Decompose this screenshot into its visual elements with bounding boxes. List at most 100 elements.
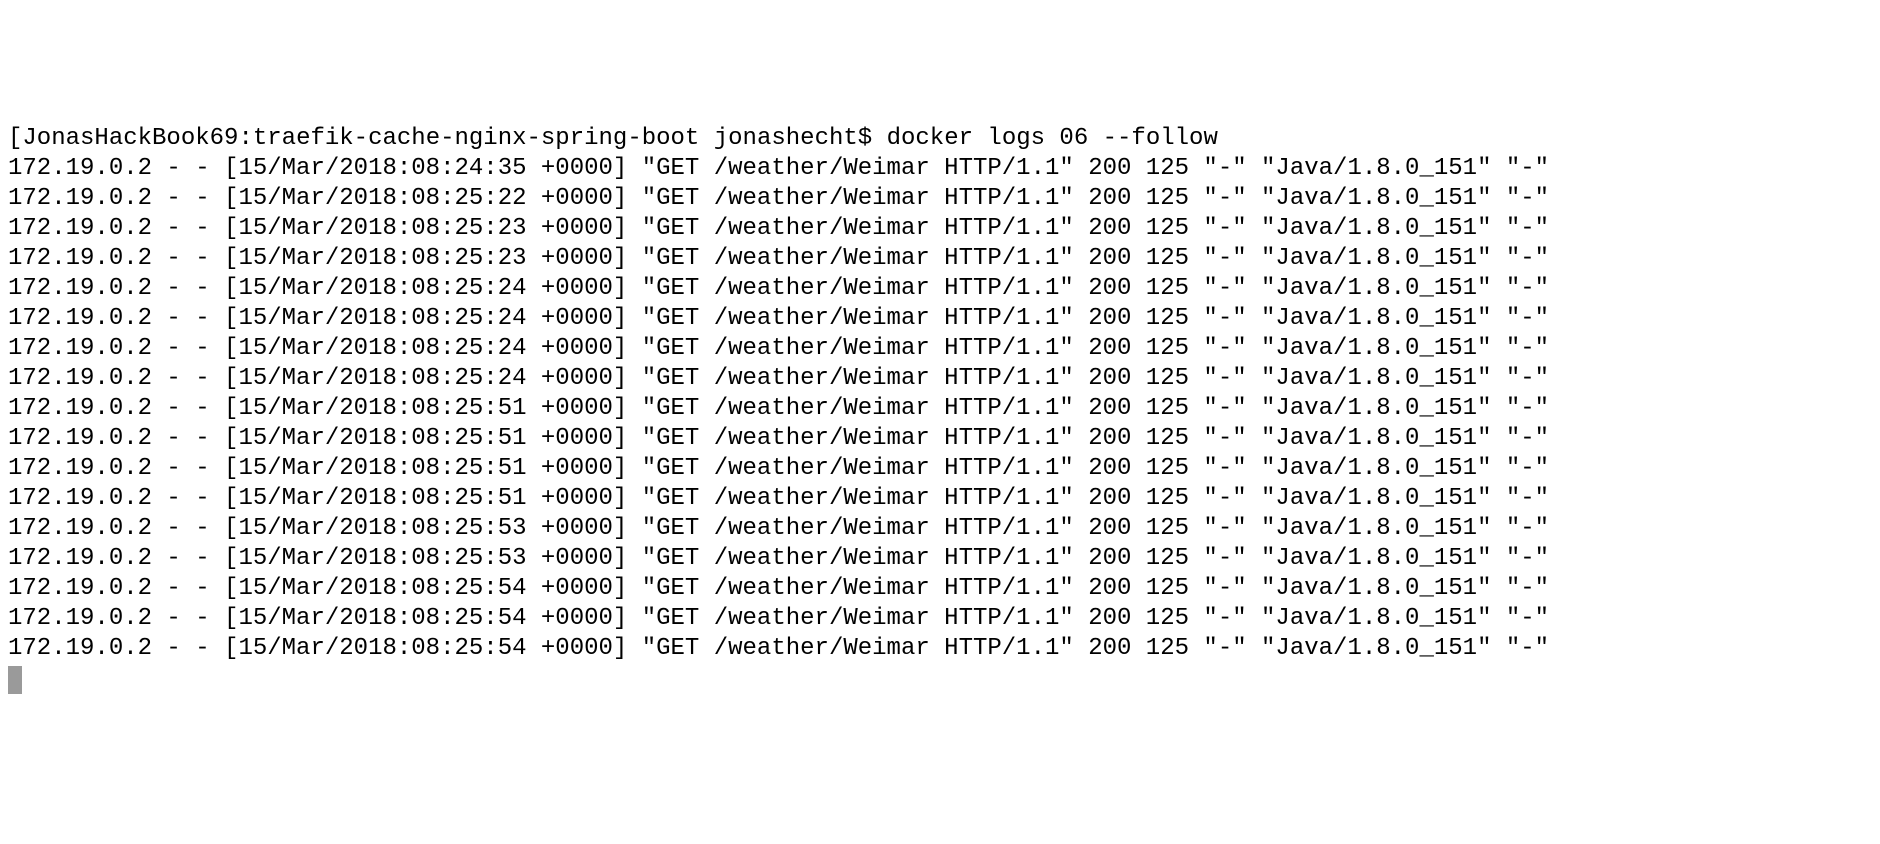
log-tail: "-" — [1506, 425, 1549, 452]
log-dashes: - - — [152, 185, 224, 212]
log-tail: "-" — [1506, 605, 1549, 632]
prompt-path: traefik-cache-nginx-spring-boot — [253, 125, 699, 152]
log-referer: "-" — [1203, 575, 1261, 602]
log-line: 172.19.0.2 - - [15/Mar/2018:08:25:24 +00… — [8, 274, 1872, 304]
prompt-dollar: $ — [858, 125, 887, 152]
log-status: 200 — [1088, 305, 1131, 332]
log-status: 200 — [1088, 395, 1131, 422]
log-line: 172.19.0.2 - - [15/Mar/2018:08:25:53 +00… — [8, 514, 1872, 544]
log-user-agent: "Java/1.8.0_151" — [1261, 185, 1506, 212]
log-line: 172.19.0.2 - - [15/Mar/2018:08:25:51 +00… — [8, 394, 1872, 424]
log-status: 200 — [1088, 215, 1131, 242]
log-size: 125 — [1131, 635, 1203, 662]
log-timestamp: [15/Mar/2018:08:25:53 +0000] — [224, 515, 627, 542]
log-tail: "-" — [1506, 485, 1549, 512]
log-dashes: - - — [152, 485, 224, 512]
log-size: 125 — [1131, 275, 1203, 302]
log-size: 125 — [1131, 425, 1203, 452]
log-request: "GET /weather/Weimar HTTP/1.1" — [627, 305, 1088, 332]
log-line: 172.19.0.2 - - [15/Mar/2018:08:25:24 +00… — [8, 334, 1872, 364]
log-dashes: - - — [152, 335, 224, 362]
log-line: 172.19.0.2 - - [15/Mar/2018:08:25:23 +00… — [8, 244, 1872, 274]
prompt-bracket: [ — [8, 125, 22, 152]
log-dashes: - - — [152, 575, 224, 602]
log-tail: "-" — [1506, 335, 1549, 362]
log-line: 172.19.0.2 - - [15/Mar/2018:08:25:23 +00… — [8, 214, 1872, 244]
log-ip: 172.19.0.2 — [8, 365, 152, 392]
log-dashes: - - — [152, 155, 224, 182]
log-timestamp: [15/Mar/2018:08:25:51 +0000] — [224, 425, 627, 452]
log-status: 200 — [1088, 245, 1131, 272]
log-status: 200 — [1088, 575, 1131, 602]
log-user-agent: "Java/1.8.0_151" — [1261, 215, 1506, 242]
log-size: 125 — [1131, 515, 1203, 542]
log-line: 172.19.0.2 - - [15/Mar/2018:08:25:51 +00… — [8, 424, 1872, 454]
log-ip: 172.19.0.2 — [8, 335, 152, 362]
log-timestamp: [15/Mar/2018:08:25:23 +0000] — [224, 245, 627, 272]
log-request: "GET /weather/Weimar HTTP/1.1" — [627, 155, 1088, 182]
log-status: 200 — [1088, 425, 1131, 452]
log-tail: "-" — [1506, 455, 1549, 482]
log-ip: 172.19.0.2 — [8, 425, 152, 452]
log-dashes: - - — [152, 305, 224, 332]
log-status: 200 — [1088, 545, 1131, 572]
log-tail: "-" — [1506, 365, 1549, 392]
log-status: 200 — [1088, 365, 1131, 392]
log-size: 125 — [1131, 485, 1203, 512]
log-dashes: - - — [152, 215, 224, 242]
log-ip: 172.19.0.2 — [8, 275, 152, 302]
log-lines-container: 172.19.0.2 - - [15/Mar/2018:08:24:35 +00… — [8, 154, 1872, 664]
log-line: 172.19.0.2 - - [15/Mar/2018:08:25:24 +00… — [8, 304, 1872, 334]
log-status: 200 — [1088, 455, 1131, 482]
log-dashes: - - — [152, 635, 224, 662]
log-tail: "-" — [1506, 155, 1549, 182]
log-timestamp: [15/Mar/2018:08:25:54 +0000] — [224, 605, 627, 632]
prompt-user: jonashecht — [714, 125, 858, 152]
log-user-agent: "Java/1.8.0_151" — [1261, 515, 1506, 542]
log-request: "GET /weather/Weimar HTTP/1.1" — [627, 575, 1088, 602]
log-size: 125 — [1131, 365, 1203, 392]
log-request: "GET /weather/Weimar HTTP/1.1" — [627, 185, 1088, 212]
log-referer: "-" — [1203, 515, 1261, 542]
terminal-output[interactable]: [JonasHackBook69:traefik-cache-nginx-spr… — [8, 124, 1872, 694]
log-timestamp: [15/Mar/2018:08:25:24 +0000] — [224, 305, 627, 332]
cursor-icon — [8, 666, 22, 694]
log-tail: "-" — [1506, 305, 1549, 332]
log-dashes: - - — [152, 365, 224, 392]
prompt-hostname: JonasHackBook69 — [22, 125, 238, 152]
log-line: 172.19.0.2 - - [15/Mar/2018:08:25:54 +00… — [8, 604, 1872, 634]
prompt-sep: : — [238, 125, 252, 152]
log-line: 172.19.0.2 - - [15/Mar/2018:08:25:24 +00… — [8, 364, 1872, 394]
log-line: 172.19.0.2 - - [15/Mar/2018:08:25:54 +00… — [8, 634, 1872, 664]
log-timestamp: [15/Mar/2018:08:25:51 +0000] — [224, 485, 627, 512]
log-dashes: - - — [152, 275, 224, 302]
log-timestamp: [15/Mar/2018:08:25:51 +0000] — [224, 395, 627, 422]
log-request: "GET /weather/Weimar HTTP/1.1" — [627, 245, 1088, 272]
log-tail: "-" — [1506, 185, 1549, 212]
log-dashes: - - — [152, 545, 224, 572]
log-timestamp: [15/Mar/2018:08:25:54 +0000] — [224, 635, 627, 662]
log-line: 172.19.0.2 - - [15/Mar/2018:08:25:22 +00… — [8, 184, 1872, 214]
log-user-agent: "Java/1.8.0_151" — [1261, 395, 1506, 422]
log-referer: "-" — [1203, 305, 1261, 332]
log-size: 125 — [1131, 605, 1203, 632]
log-request: "GET /weather/Weimar HTTP/1.1" — [627, 275, 1088, 302]
log-request: "GET /weather/Weimar HTTP/1.1" — [627, 455, 1088, 482]
log-referer: "-" — [1203, 185, 1261, 212]
log-timestamp: [15/Mar/2018:08:25:22 +0000] — [224, 185, 627, 212]
log-timestamp: [15/Mar/2018:08:24:35 +0000] — [224, 155, 627, 182]
log-size: 125 — [1131, 335, 1203, 362]
log-tail: "-" — [1506, 395, 1549, 422]
log-status: 200 — [1088, 275, 1131, 302]
log-request: "GET /weather/Weimar HTTP/1.1" — [627, 215, 1088, 242]
log-size: 125 — [1131, 155, 1203, 182]
log-dashes: - - — [152, 395, 224, 422]
log-timestamp: [15/Mar/2018:08:25:24 +0000] — [224, 365, 627, 392]
log-ip: 172.19.0.2 — [8, 305, 152, 332]
log-user-agent: "Java/1.8.0_151" — [1261, 425, 1506, 452]
log-timestamp: [15/Mar/2018:08:25:53 +0000] — [224, 545, 627, 572]
log-request: "GET /weather/Weimar HTTP/1.1" — [627, 545, 1088, 572]
log-user-agent: "Java/1.8.0_151" — [1261, 305, 1506, 332]
log-referer: "-" — [1203, 215, 1261, 242]
log-user-agent: "Java/1.8.0_151" — [1261, 635, 1506, 662]
